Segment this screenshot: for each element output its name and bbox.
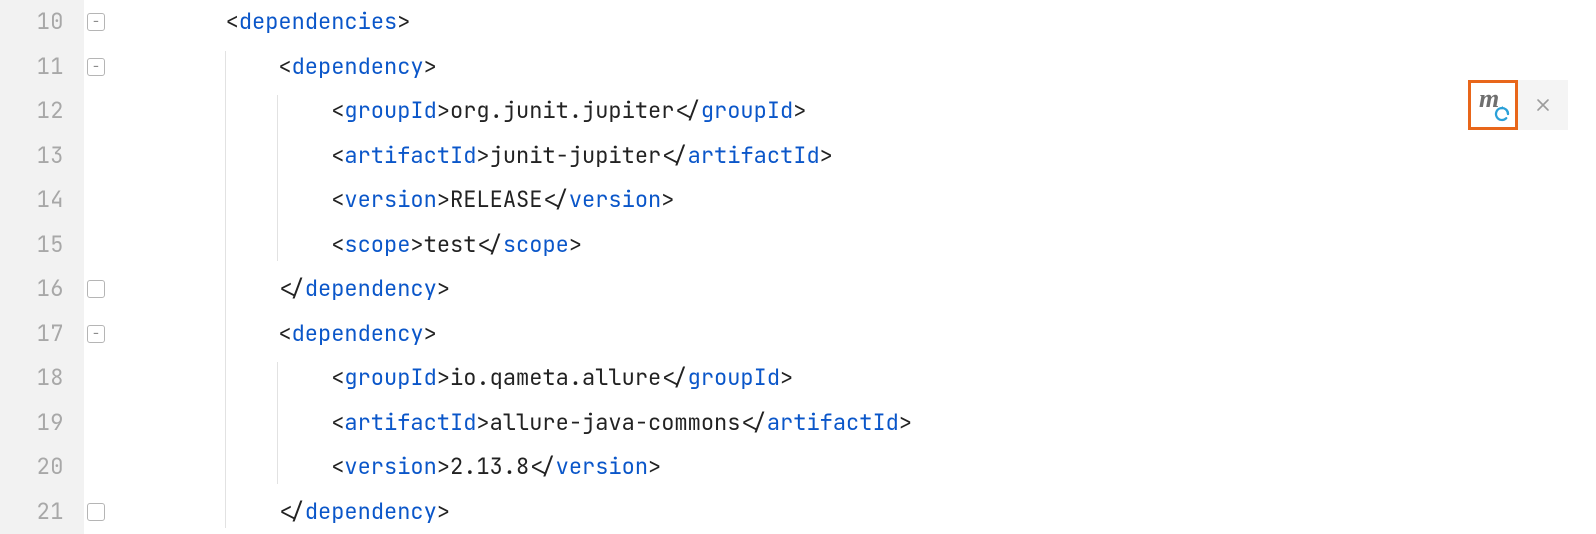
indent-guide: [277, 95, 278, 261]
code-line[interactable]: <dependency>: [110, 45, 1596, 90]
refresh-icon: [1493, 105, 1511, 123]
line-number: 21: [0, 490, 64, 534]
code-line[interactable]: </dependency>: [110, 490, 1596, 534]
line-number: 16: [0, 267, 64, 312]
code-line[interactable]: <artifactId>allure-java-commons</artifac…: [110, 401, 1596, 446]
line-number-gutter: 101112131415161718192021: [0, 0, 84, 534]
line-number: 19: [0, 401, 64, 446]
code-editor[interactable]: 101112131415161718192021 <dependencies> …: [0, 0, 1596, 534]
indent-guide: [277, 362, 278, 484]
code-line[interactable]: <scope>test</scope>: [110, 223, 1596, 268]
fold-collapse-icon[interactable]: [87, 325, 105, 343]
line-number: 13: [0, 134, 64, 179]
code-line[interactable]: <version>2.13.8</version>: [110, 445, 1596, 490]
line-number: 20: [0, 445, 64, 490]
code-line[interactable]: <dependency>: [110, 312, 1596, 357]
code-line[interactable]: <groupId>io.qameta.allure</groupId>: [110, 356, 1596, 401]
code-line[interactable]: </dependency>: [110, 267, 1596, 312]
floating-toolbar: m: [1468, 80, 1568, 130]
code-line[interactable]: <artifactId>junit-jupiter</artifactId>: [110, 134, 1596, 179]
fold-column: [84, 0, 110, 534]
indent-guide: [225, 51, 226, 529]
fold-end-icon[interactable]: [87, 280, 105, 298]
line-number: 10: [0, 0, 64, 45]
line-number: 15: [0, 223, 64, 268]
line-number: 14: [0, 178, 64, 223]
code-line[interactable]: <dependencies>: [110, 0, 1596, 45]
line-number: 11: [0, 45, 64, 90]
close-icon: [1535, 97, 1551, 113]
line-number: 12: [0, 89, 64, 134]
line-number: 17: [0, 312, 64, 357]
close-button[interactable]: [1518, 80, 1568, 130]
maven-reload-button[interactable]: m: [1468, 80, 1518, 130]
fold-collapse-icon[interactable]: [87, 13, 105, 31]
fold-end-icon[interactable]: [87, 503, 105, 521]
code-line[interactable]: <groupId>org.junit.jupiter</groupId>: [110, 89, 1596, 134]
code-area[interactable]: <dependencies> <dependency> <groupId>org…: [110, 0, 1596, 534]
code-line[interactable]: <version>RELEASE</version>: [110, 178, 1596, 223]
fold-collapse-icon[interactable]: [87, 58, 105, 76]
line-number: 18: [0, 356, 64, 401]
